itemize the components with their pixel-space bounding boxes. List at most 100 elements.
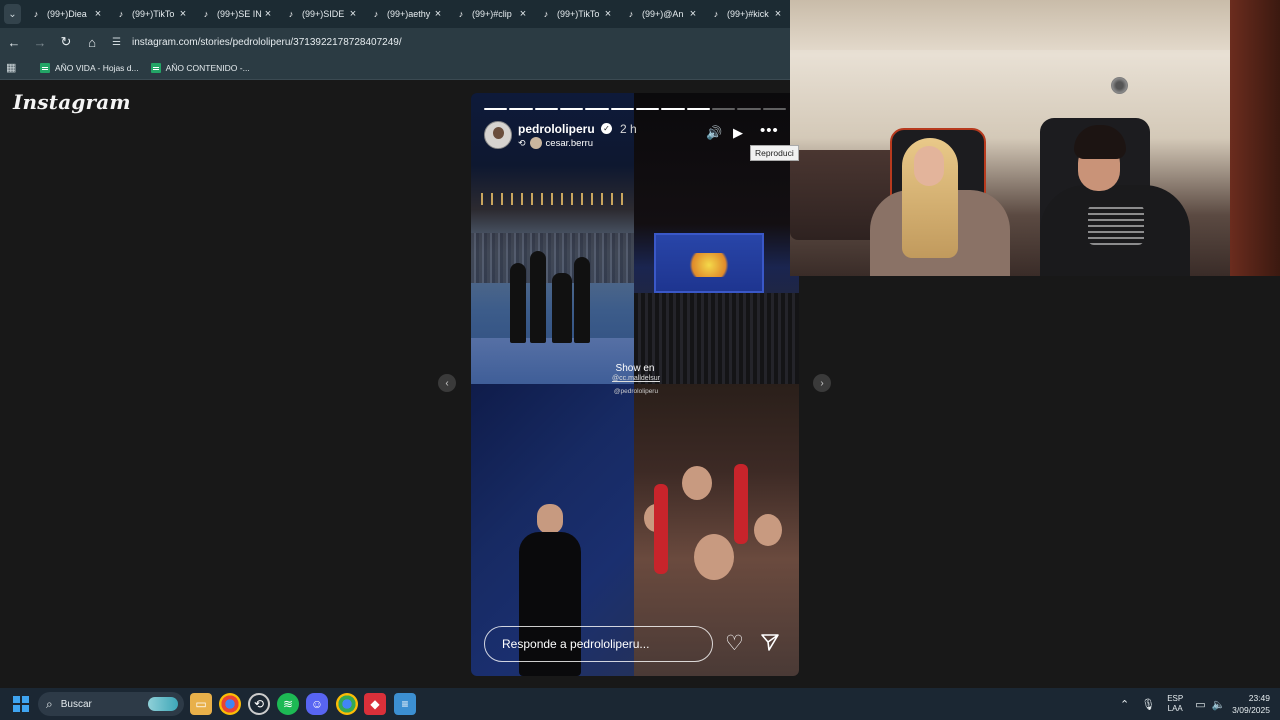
close-tab-icon[interactable]: × xyxy=(772,8,784,20)
taskbar-search[interactable]: ⌕ Buscar xyxy=(38,692,184,716)
progress-segment xyxy=(509,108,533,110)
lang-top: ESP xyxy=(1167,694,1184,703)
story-viewer[interactable]: pedrololiperu ✓ 2 h ⟲ cesar.berru 🔊 ▶ ••… xyxy=(471,93,799,676)
apps-grid-icon[interactable]: ▦ xyxy=(6,61,22,74)
tab-title: (99+)@An xyxy=(642,9,684,19)
tab-search-button[interactable]: ⌄ xyxy=(4,4,21,24)
close-tab-icon[interactable]: × xyxy=(262,8,274,20)
url-field[interactable]: ☰ instagram.com/stories/pedrololiperu/37… xyxy=(112,31,402,53)
tab-title: (99+)TikTo xyxy=(557,9,600,19)
more-options-icon[interactable]: ••• xyxy=(760,122,779,139)
close-tab-icon[interactable]: × xyxy=(517,8,529,20)
browser-tab[interactable]: ♪ (99+)SE IN × xyxy=(195,0,280,28)
previous-story-button[interactable]: ‹ xyxy=(438,374,456,392)
volume-icon[interactable]: 🔊 xyxy=(706,125,722,141)
tab-title: (99+)aethy xyxy=(387,9,431,19)
bookmark-label: AÑO VIDA - Hojas d... xyxy=(55,62,139,73)
browser-tab[interactable]: ♪ (99+)#kick × xyxy=(705,0,790,28)
forward-button[interactable]: → xyxy=(28,30,52,54)
back-button[interactable]: ← xyxy=(2,30,26,54)
user-avatar[interactable] xyxy=(484,121,512,149)
tiktok-icon: ♪ xyxy=(628,9,634,19)
sheets-icon xyxy=(150,62,161,73)
story-time: 2 h xyxy=(620,122,637,136)
microphone-icon[interactable]: 🎙 xyxy=(1141,698,1155,711)
spotify-icon[interactable]: ≋ xyxy=(277,693,299,715)
reply-placeholder: Responde a pedrololiperu... xyxy=(502,637,650,651)
notepad-icon[interactable]: ≡ xyxy=(394,693,416,715)
send-icon[interactable] xyxy=(760,632,780,657)
home-button[interactable]: ⌂ xyxy=(80,30,104,54)
bookmark-item[interactable]: AÑO VIDA - Hojas d... xyxy=(40,62,139,73)
progress-segment xyxy=(610,108,634,110)
tab-title: (99+)Diea xyxy=(47,9,87,19)
repost-avatar xyxy=(529,137,542,149)
ceiling-lamp xyxy=(1111,77,1128,94)
discord-icon[interactable]: ☺ xyxy=(306,693,328,715)
next-story-button[interactable]: › xyxy=(813,374,831,392)
tray-overflow-icon[interactable]: ⌃ xyxy=(1120,698,1129,711)
browser-tab[interactable]: ♪ (99+)SIDE × xyxy=(280,0,365,28)
tiktok-icon: ♪ xyxy=(373,9,379,19)
instagram-logo[interactable]: Instagram xyxy=(13,90,131,114)
windows-start-icon[interactable] xyxy=(13,696,29,712)
close-tab-icon[interactable]: × xyxy=(177,8,189,20)
tiktok-icon: ♪ xyxy=(118,9,124,19)
language-indicator[interactable]: ESP LAA xyxy=(1167,694,1183,714)
tiktok-icon: ♪ xyxy=(33,9,39,19)
browser-tab[interactable]: ♪ (99+)@An × xyxy=(620,0,705,28)
close-tab-icon[interactable]: × xyxy=(432,8,444,20)
verified-badge-icon: ✓ xyxy=(601,123,612,134)
reload-button[interactable]: ↻ xyxy=(54,30,78,54)
lang-bottom: LAA xyxy=(1167,704,1183,713)
reply-input[interactable]: Responde a pedrololiperu... xyxy=(484,626,713,662)
story-progress xyxy=(484,108,786,110)
progress-segment xyxy=(762,108,786,110)
browser-tab[interactable]: ♪ (99+)Diea × xyxy=(25,0,110,28)
tiktok-icon: ♪ xyxy=(288,9,294,19)
close-tab-icon[interactable]: × xyxy=(347,8,359,20)
progress-segment xyxy=(534,108,558,110)
taskbar-clock[interactable]: 23:49 3/09/2025 xyxy=(1232,692,1270,716)
progress-segment xyxy=(686,108,710,110)
story-header: pedrololiperu ✓ 2 h ⟲ cesar.berru 🔊 ▶ ••… xyxy=(484,121,789,151)
bookmark-item[interactable]: AÑO CONTENIDO -... xyxy=(150,62,250,73)
clock-date: 3/09/2025 xyxy=(1232,705,1270,715)
browser-tab[interactable]: ♪ (99+)aethy × xyxy=(365,0,450,28)
search-highlight-icon xyxy=(148,697,178,711)
search-label: Buscar xyxy=(60,698,92,710)
display-icon[interactable]: ▭ xyxy=(1195,698,1205,711)
browser-tab[interactable]: ♪ (99+)TikTo × xyxy=(535,0,620,28)
tiktok-icon: ♪ xyxy=(543,9,549,19)
url-text: instagram.com/stories/pedrololiperu/3713… xyxy=(132,36,402,48)
repost-icon: ⟲ xyxy=(518,137,526,148)
overlay-credit[interactable]: @pedrololiperu xyxy=(596,388,676,395)
speaker-icon[interactable]: 🔈 xyxy=(1212,698,1226,711)
overlay-mention[interactable]: @cc.malldelsur xyxy=(596,375,676,382)
progress-segment xyxy=(484,108,508,110)
capcut-icon[interactable]: ◆ xyxy=(364,693,386,715)
obs-icon[interactable]: ⟲ xyxy=(248,693,270,715)
story-username[interactable]: pedrololiperu xyxy=(518,122,595,136)
streamer-right xyxy=(1030,125,1190,276)
close-tab-icon[interactable]: × xyxy=(92,8,104,20)
repost-info[interactable]: ⟲ cesar.berru xyxy=(518,137,593,149)
browser-tab[interactable]: ♪ (99+)TikTo × xyxy=(110,0,195,28)
chrome-icon[interactable] xyxy=(219,693,241,715)
play-tooltip: Reproduci xyxy=(750,145,799,161)
overlay-title: Show en xyxy=(615,363,655,374)
close-tab-icon[interactable]: × xyxy=(687,8,699,20)
file-explorer-icon[interactable]: ▭ xyxy=(190,693,212,715)
clock-time: 23:49 xyxy=(1248,693,1270,703)
progress-segment xyxy=(559,108,584,110)
chrome-profile-icon[interactable] xyxy=(336,693,358,715)
tab-title: (99+)TikTo xyxy=(132,9,175,19)
heart-icon[interactable]: ♡ xyxy=(725,631,744,656)
browser-tab[interactable]: ♪ (99+)#clip × xyxy=(450,0,535,28)
tiktok-icon: ♪ xyxy=(458,9,464,19)
search-icon: ⌕ xyxy=(46,696,53,711)
site-info-icon[interactable]: ☰ xyxy=(112,37,126,48)
play-icon[interactable]: ▶ xyxy=(733,125,743,141)
bookmarks-bar: ▦ AÑO VIDA - Hojas d... AÑO CONTENIDO -.… xyxy=(0,56,790,80)
close-tab-icon[interactable]: × xyxy=(602,8,614,20)
